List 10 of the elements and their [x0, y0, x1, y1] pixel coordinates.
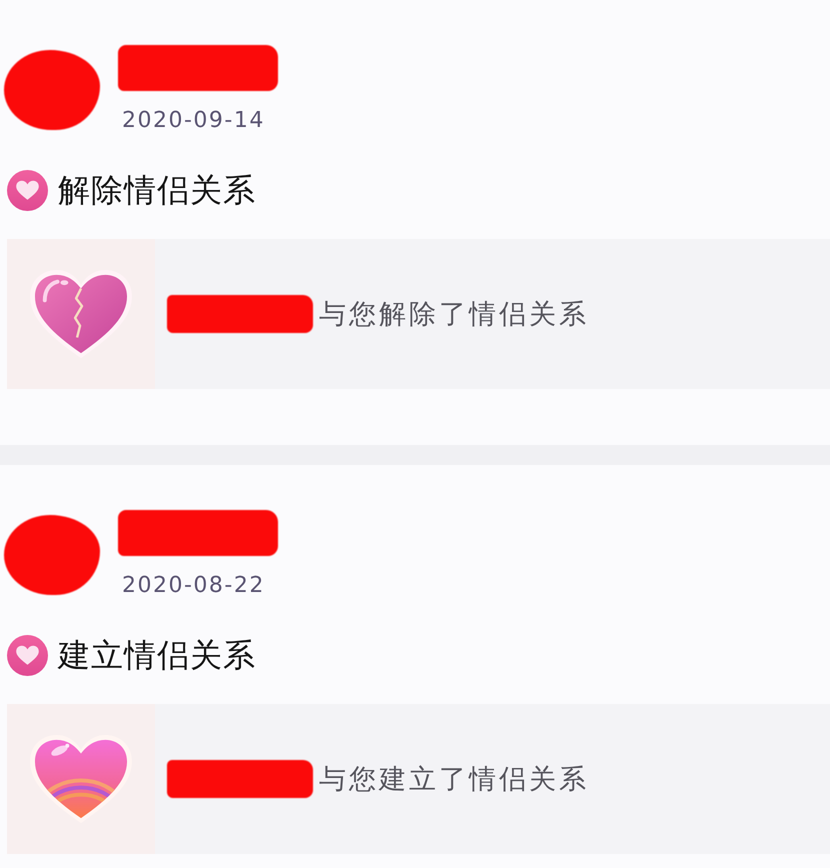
heart-badge-icon [7, 170, 48, 211]
heart-badge-icon [7, 635, 48, 676]
notice-text: 与您建立了情侣关系 [319, 763, 589, 797]
post-date: 2020-08-22 [122, 572, 266, 600]
broken-heart-icon [27, 267, 135, 361]
notice-text: 与您解除了情侣关系 [319, 298, 589, 332]
event-title: 解除情侣关系 [58, 170, 256, 211]
heart-icon [27, 732, 135, 826]
post-date: 2020-09-14 [122, 107, 266, 135]
event-title: 建立情侣关系 [58, 635, 256, 676]
